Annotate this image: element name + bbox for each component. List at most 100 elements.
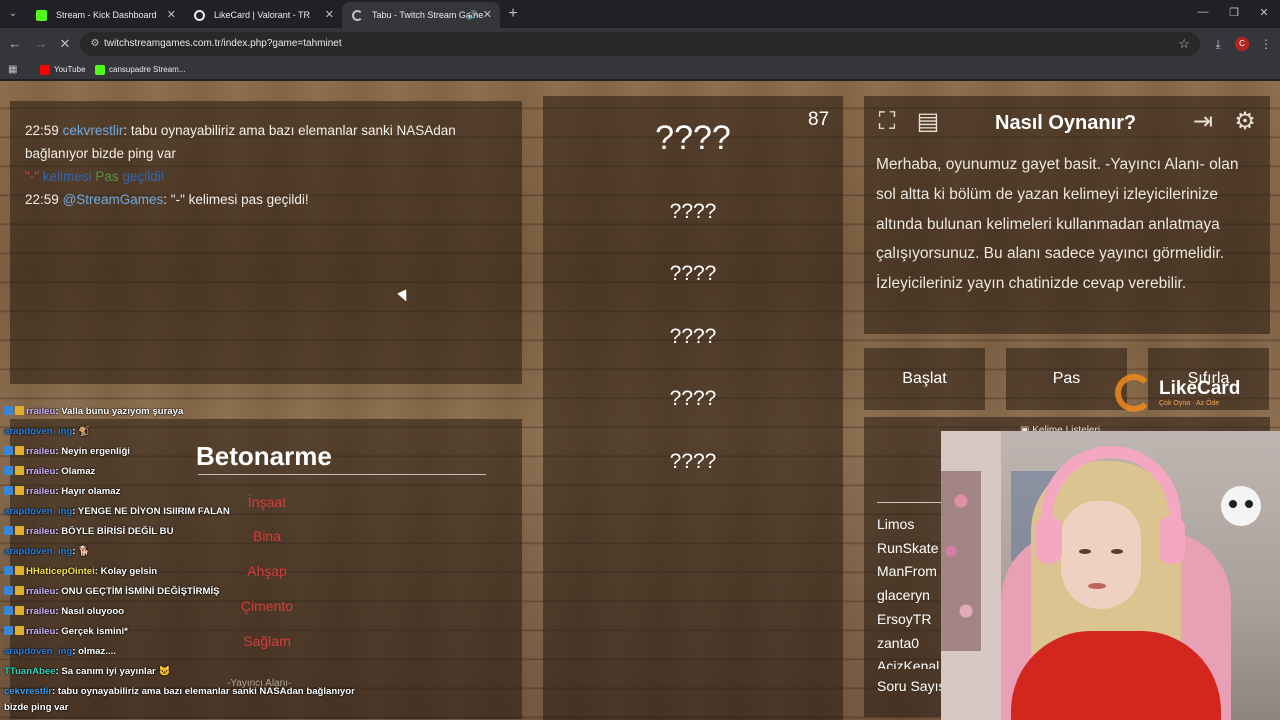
profile-avatar[interactable]: C — [1235, 37, 1249, 51]
badge-icon — [15, 446, 24, 455]
bookmark-label: cansupadre Stream... — [109, 65, 186, 74]
webcam-feed — [941, 431, 1280, 720]
chat-text: : Kolay gelsin — [94, 566, 158, 577]
tab-likecard[interactable]: LikeCard | Valorant - TR ✕ — [184, 2, 342, 28]
chat-message: 22:59 @StreamGames: "-" kelimesi pas geç… — [25, 188, 507, 211]
stream-chat-message: rraileu: Nasıl oluyooo — [4, 606, 124, 617]
chat-message: 22:59 cekvrestlir: tabu oynayabiliriz am… — [25, 119, 507, 165]
badge-icon — [15, 406, 24, 415]
document-icon[interactable]: ▤ — [913, 107, 943, 137]
tab-title: Stream - Kick Dashboard — [56, 10, 157, 20]
tab-kick-dashboard[interactable]: Stream - Kick Dashboard ✕ — [26, 2, 184, 28]
taboo-word: Bina — [252, 528, 282, 544]
secret-word: Betonarme — [196, 441, 332, 471]
likecard-logo: LikeCard Çok Oyna · Az Öde — [1115, 374, 1265, 414]
player-name: ManFrom — [877, 563, 937, 579]
player-name: AcizKenal — [877, 658, 940, 669]
badge-icon — [4, 466, 13, 475]
bookmark-youtube[interactable]: YouTube — [40, 60, 85, 80]
howto-text: Merhaba, oyunumuz gayet basit. -Yayıncı … — [876, 156, 1239, 293]
badge-icon — [15, 606, 24, 615]
chat-username: rraileu — [26, 626, 56, 637]
player-name: ErsoyTR — [877, 611, 932, 627]
stream-chat-message: arapdoven_ing: 🐕 — [4, 546, 90, 557]
restore-icon[interactable]: ❐ — [1224, 6, 1244, 19]
badge-icon — [15, 626, 24, 635]
divider — [877, 502, 947, 503]
start-button[interactable]: Başlat — [864, 348, 985, 410]
chat-time: 22:59 — [25, 192, 59, 207]
chat-text: : Sa canım iyi yayınlar 🐱 — [55, 666, 171, 677]
chat-username: TTuanAbee — [4, 666, 56, 677]
stream-chat-message: HHaticepOintei: Kolay gelsin — [4, 566, 157, 577]
chat-username: arapdoven_ing — [4, 646, 73, 657]
close-window-icon[interactable]: ✕ — [1254, 6, 1274, 19]
likecard-logo-icon — [1115, 374, 1153, 412]
url-text[interactable]: twitchstreamgames.com.tr/index.php?game=… — [104, 32, 342, 56]
stream-chat-message: rraileu: Hayır olamaz — [4, 486, 120, 497]
chat-text: : Gerçek ismini* — [55, 626, 128, 637]
badge-icon — [15, 486, 24, 495]
address-bar[interactable]: ⚙ twitchstreamgames.com.tr/index.php?gam… — [80, 32, 1200, 56]
chat-text: : ONU GEÇTİM İSMİNİ DEĞİŞTİRMİŞ — [55, 586, 220, 597]
bookmark-cansupadre[interactable]: cansupadre Stream... — [95, 60, 185, 80]
chat-username: rraileu — [26, 606, 56, 617]
tab-search-icon[interactable]: ⌄ — [4, 5, 22, 23]
logo-tagline: Çok Oyna · Az Öde — [1159, 400, 1220, 407]
close-icon[interactable]: ✕ — [167, 2, 176, 28]
chat-username: arapdoven_ing — [4, 546, 73, 557]
close-icon[interactable]: ✕ — [325, 2, 334, 28]
minimize-icon[interactable]: — — [1193, 6, 1213, 18]
new-tab-button[interactable]: + — [504, 4, 522, 24]
chat-text: : 🐒 — [72, 426, 91, 437]
tab-title: LikeCard | Valorant - TR — [214, 10, 311, 20]
badge-icon — [4, 626, 13, 635]
stop-loading-icon[interactable]: ✕ — [56, 35, 74, 53]
back-icon[interactable]: ← — [6, 35, 24, 53]
menu-icon[interactable]: ⋮ — [1256, 34, 1276, 54]
player-name: zanta0 — [877, 635, 920, 651]
fullscreen-icon[interactable]: ⛶ — [872, 107, 902, 137]
chat-username: cekvrestlir — [4, 686, 53, 697]
kick-icon — [36, 10, 47, 21]
stream-chat-message: rraileu: BÖYLE BİRİSİ DEĞİL BU — [4, 526, 174, 537]
chat-user: cekvrestlir — [62, 123, 124, 138]
bookmark-star-icon[interactable]: ☆ — [1178, 32, 1190, 56]
badge-icon — [15, 466, 24, 475]
chat-text: : YENGE NE DİYON ISIIRIM FALAN — [72, 506, 230, 517]
chat-time: 22:59 — [25, 123, 59, 138]
chat-username: rraileu — [26, 466, 56, 477]
chat-text: geçildi! — [118, 169, 165, 184]
chat-username: rraileu — [26, 486, 56, 497]
bookmark-label: YouTube — [54, 65, 86, 74]
badge-icon — [4, 566, 13, 575]
youtube-icon — [40, 65, 50, 75]
stream-chat-message: rraileu: Gerçek ismini* — [4, 626, 128, 637]
chat-username: HHaticepOintei — [26, 566, 95, 577]
player-name: RunSkate — [877, 540, 939, 556]
divider — [198, 474, 486, 475]
badge-icon — [15, 586, 24, 595]
tab-tabu[interactable]: Tabu - Twitch Stream Game 🔊 ✕ — [342, 2, 500, 28]
chat-text: : Valla bunu yazıyom şuraya — [55, 406, 184, 417]
hidden-word: ???? — [669, 450, 717, 473]
stream-chat-message: cekvrestlir: tabu oynayabiliriz ama bazı… — [4, 686, 355, 697]
chat-pas: Pas — [95, 169, 119, 184]
chat-user: @StreamGames — [62, 192, 164, 207]
pass-button[interactable]: Pas — [1006, 348, 1127, 410]
badge-icon — [4, 606, 13, 615]
stream-chat-message: bizde ping var — [4, 702, 69, 713]
apps-grid-icon[interactable]: ▦ — [8, 64, 20, 76]
howto-title: Nasıl Oynanır? — [995, 112, 1137, 134]
settings-gear-icon[interactable]: ⚙ — [1230, 107, 1260, 137]
chat-message: "-" kelimesi Pas geçildi! — [25, 165, 507, 188]
forward-icon[interactable]: → — [32, 35, 50, 53]
site-info-icon[interactable]: ⚙ — [88, 37, 102, 51]
game-page: 22:59 cekvrestlir: tabu oynayabiliriz am… — [0, 81, 1280, 720]
chat-text: : Neyin ergenliği — [55, 446, 130, 457]
close-icon[interactable]: ✕ — [483, 2, 492, 28]
download-icon[interactable]: ⤓ — [1208, 34, 1228, 54]
chat-text: : "-" kelimesi pas geçildi! — [163, 192, 309, 207]
logout-icon[interactable]: ⇥ — [1188, 107, 1218, 137]
speaker-icon[interactable]: 🔊 — [467, 2, 478, 28]
